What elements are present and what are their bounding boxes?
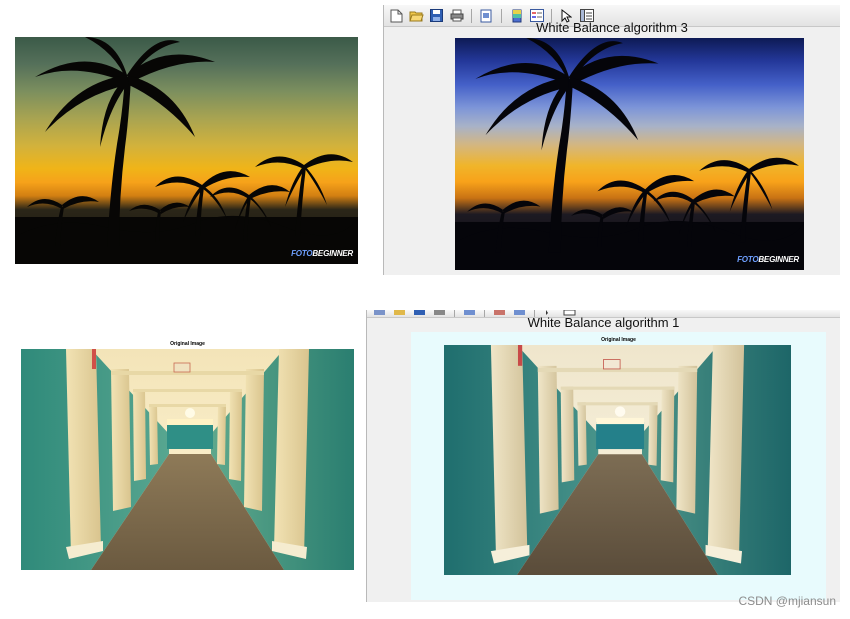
hallway-original-image (21, 349, 354, 570)
sunset-original-image: FOTOBEGINNER (15, 37, 358, 264)
subplot-title: Original Image (601, 337, 636, 343)
image-watermark: FOTOBEGINNER (291, 249, 353, 258)
white-balanced-sunset-image: FOTOBEGINNER (455, 38, 804, 270)
axes-area: Original Image (411, 332, 826, 600)
figure-title: White Balance algorithm 3 (536, 21, 688, 35)
palm-silhouette (455, 38, 804, 270)
figure-title: White Balance algorithm 1 (527, 315, 680, 330)
exit-sign (603, 359, 621, 370)
exit-sign (173, 362, 191, 373)
palm-silhouette (15, 37, 358, 264)
original-image-title: Original Image (170, 341, 205, 347)
white-balanced-hallway-image (444, 345, 791, 575)
figure-window-bottom: White Balance algorithm 1 Original Image (366, 310, 840, 602)
figure-window-top: White Balance algorithm 3 FOTOBEGINNER (383, 5, 840, 275)
image-watermark: FOTOBEGINNER (737, 255, 799, 264)
csdn-watermark: CSDN @mjiansun (738, 594, 836, 608)
